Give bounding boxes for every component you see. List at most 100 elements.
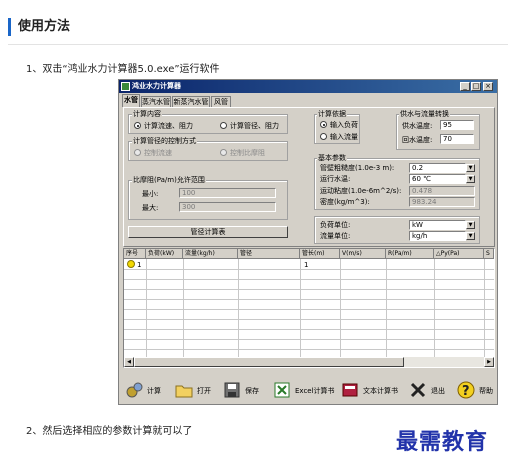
exit-button[interactable]: [409, 381, 429, 399]
input-load-label: 输入负荷: [330, 121, 358, 129]
save-button[interactable]: [223, 381, 243, 399]
minimize-button[interactable]: _: [460, 82, 470, 91]
scrollbar-thumb[interactable]: [134, 357, 404, 367]
row-index-cell[interactable]: 1: [137, 261, 141, 269]
tab-duct[interactable]: 风管: [211, 96, 231, 107]
load-unit-label: 负荷单位:: [320, 221, 351, 229]
calc-velocity-label: 计算流速、阻力: [144, 122, 193, 130]
text-report-label[interactable]: 文本计算书: [363, 387, 398, 395]
friction-legend: 比摩阻(Pa/m)允许范围: [132, 176, 206, 184]
return-temp-field[interactable]: 70: [440, 134, 474, 144]
control-velocity-radio[interactable]: [134, 149, 141, 156]
calculate-button[interactable]: [125, 381, 145, 399]
params-legend: 基本参数: [317, 154, 347, 162]
svg-text:?: ?: [462, 384, 470, 399]
basis-legend: 计算依据: [317, 110, 347, 118]
smiley-icon: [127, 260, 135, 268]
grid-line: [124, 269, 494, 270]
floppy-disk-icon: [224, 382, 240, 398]
col-header-load[interactable]: 负荷(kW): [146, 249, 183, 259]
open-label[interactable]: 打开: [197, 387, 211, 395]
step-2-text: 2、然后选择相应的参数计算就可以了: [26, 426, 193, 437]
exit-label[interactable]: 退出: [431, 387, 445, 395]
excel-report-button[interactable]: [273, 381, 293, 399]
excel-report-label[interactable]: Excel计算书: [295, 387, 335, 395]
book-icon: [342, 383, 358, 397]
results-grid[interactable]: 序号 负荷(kW) 流量(kg/h) 管径 管长(m) V(m/s) R(Pa/…: [123, 248, 495, 368]
friction-group: [128, 180, 288, 220]
calc-pipe-label: 计算管径、阻力: [230, 122, 279, 130]
col-header-s[interactable]: S: [484, 249, 494, 259]
load-unit-dropdown-icon[interactable]: ▼: [466, 221, 475, 229]
col-header-length[interactable]: 管长(m): [300, 249, 340, 259]
col-header-friction[interactable]: R(Pa/m): [386, 249, 434, 259]
flow-unit-label: 流量单位:: [320, 232, 351, 240]
help-label[interactable]: 帮助: [479, 387, 493, 395]
flow-unit-field[interactable]: kg/h: [409, 231, 466, 241]
scroll-right-button[interactable]: ▶: [484, 357, 494, 367]
col-header-velocity[interactable]: V(m/s): [340, 249, 386, 259]
close-button[interactable]: ×: [483, 82, 493, 91]
grid-line: [124, 319, 494, 320]
gears-icon: [126, 382, 143, 398]
watermark: 最需教育: [396, 429, 489, 455]
col-header-flow[interactable]: 流量(kg/h): [183, 249, 238, 259]
calc-pipe-radio[interactable]: [220, 122, 227, 129]
grid-line: [340, 259, 341, 357]
grid-line: [124, 349, 494, 350]
tab-steam-water[interactable]: 蒸汽水管: [141, 96, 171, 107]
input-load-radio[interactable]: [320, 121, 327, 128]
col-header-pressure-drop[interactable]: △Py(Pa): [434, 249, 484, 259]
text-report-button[interactable]: [341, 381, 361, 399]
scroll-left-button[interactable]: ◀: [124, 357, 134, 367]
density-label: 密度(kg/m^3):: [320, 198, 370, 206]
water-temp-label: 运行水温:: [320, 175, 351, 183]
friction-max-label: 最大:: [142, 204, 159, 212]
density-field[interactable]: 983.24: [409, 197, 475, 207]
input-flow-radio[interactable]: [320, 133, 327, 140]
window-title: 鸿业水力计算器: [132, 82, 181, 90]
grid-line: [386, 259, 387, 357]
grid-line: [124, 299, 494, 300]
grid-line: [238, 259, 239, 357]
grid-line: [146, 259, 147, 357]
grid-line: [124, 309, 494, 310]
control-friction-radio[interactable]: [220, 149, 227, 156]
col-header-diameter[interactable]: 管径: [238, 249, 300, 259]
tab-new-steam-water[interactable]: 新蒸汽水管: [172, 96, 210, 107]
flow-unit-dropdown-icon[interactable]: ▼: [466, 232, 475, 240]
calc-content-legend: 计算内容: [132, 110, 162, 118]
roughness-dropdown-icon[interactable]: ▼: [466, 164, 475, 172]
exit-x-icon: [410, 382, 426, 398]
input-flow-label: 输入流量: [330, 133, 358, 141]
app-window: 鸿业水力计算器 _ □ × 水管 蒸汽水管 新蒸汽水管 风管 计算内容 计算流速…: [118, 79, 498, 405]
maximize-button[interactable]: □: [471, 82, 481, 91]
supply-temp-field[interactable]: 95: [440, 120, 474, 130]
control-velocity-label: 控制流速: [144, 149, 172, 157]
supply-legend: 供水与流量转换: [399, 110, 450, 118]
col-header-index[interactable]: 序号: [124, 249, 146, 259]
grid-line: [300, 259, 301, 357]
tab-panel: 计算内容 计算流速、阻力 计算管径、阻力 计算管径的控制方式 控制流速 控制比摩…: [123, 107, 495, 247]
water-temp-field[interactable]: 60 ℃: [409, 174, 466, 184]
app-icon: [121, 82, 130, 91]
calc-velocity-radio[interactable]: [134, 122, 141, 129]
friction-min-field[interactable]: 100: [179, 188, 276, 198]
tab-water[interactable]: 水管: [122, 94, 140, 107]
load-unit-field[interactable]: kW: [409, 220, 466, 230]
grid-line: [434, 259, 435, 357]
friction-max-field[interactable]: 300: [179, 202, 276, 212]
help-button[interactable]: ?: [457, 381, 477, 399]
water-temp-dropdown-icon[interactable]: ▼: [466, 175, 475, 183]
viscosity-field[interactable]: 0.478: [409, 186, 475, 196]
calculate-label[interactable]: 计算: [147, 387, 161, 395]
row-length-cell[interactable]: 1: [304, 261, 308, 269]
roughness-field[interactable]: 0.2: [409, 163, 466, 173]
open-button[interactable]: [175, 381, 195, 399]
pipe-calc-table-button[interactable]: 管径计算表: [128, 226, 288, 238]
grid-line: [124, 279, 494, 280]
save-label[interactable]: 保存: [245, 387, 259, 395]
pipe-method-legend: 计算管径的控制方式: [132, 137, 197, 145]
viscosity-label: 运动粘度(1.0e-6m^2/s):: [320, 187, 402, 195]
divider: [8, 44, 508, 45]
